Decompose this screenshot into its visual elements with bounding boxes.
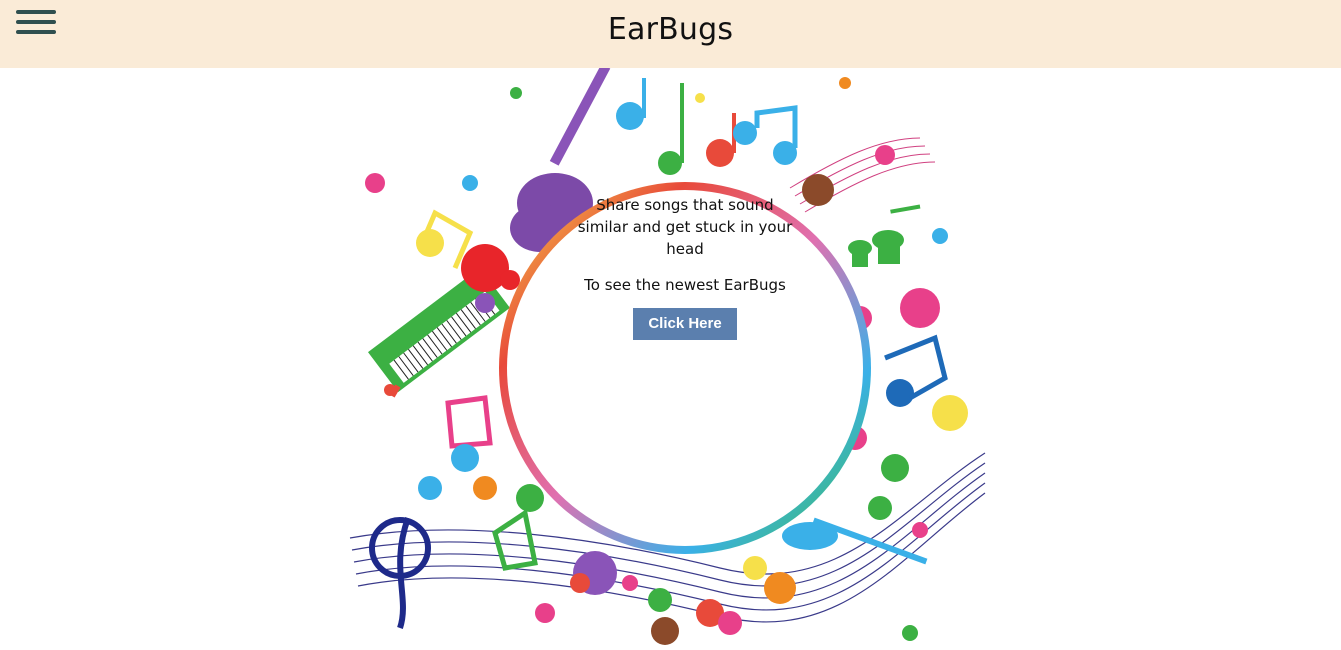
top-navigation-bar: EarBugs [0,0,1341,68]
app-title: EarBugs [607,12,734,47]
newest-prompt-text: To see the newest EarBugs [584,276,786,294]
intro-card: Share songs that sound similar and get s… [513,194,857,340]
tagline-text: Share songs that sound similar and get s… [577,196,793,258]
click-here-button[interactable]: Click Here [633,308,737,340]
music-notes-ring-illustration [349,68,986,645]
